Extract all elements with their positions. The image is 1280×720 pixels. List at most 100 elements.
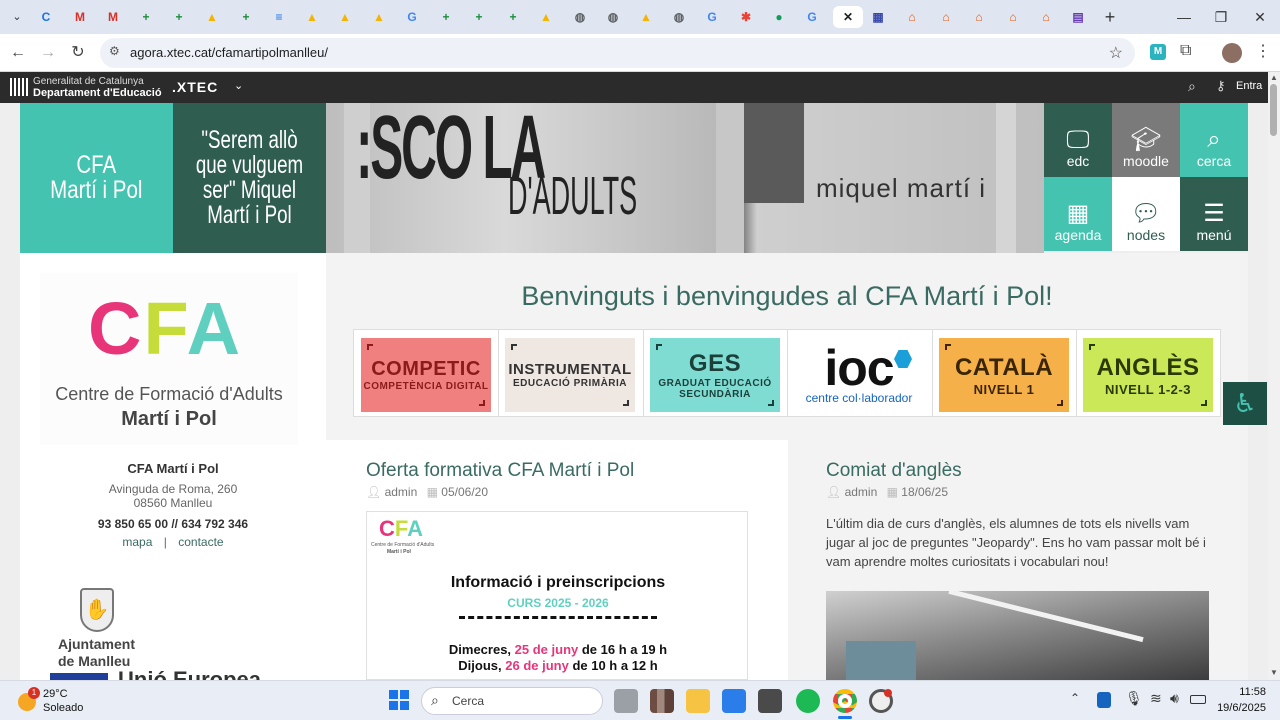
browser-tab[interactable]: +	[234, 6, 258, 28]
browser-tab[interactable]: M	[68, 6, 92, 28]
windows-start-icon[interactable]	[389, 690, 409, 710]
taskbar-search[interactable]: ⌕ Cerca	[421, 687, 603, 715]
microphone-icon[interactable]: 🎙︎	[1125, 690, 1143, 707]
extension-icon[interactable]: M	[1150, 44, 1166, 60]
task-view-icon[interactable]	[614, 689, 638, 713]
post-author[interactable]: admin	[385, 485, 418, 499]
browser-tab[interactable]: ⌂	[900, 6, 924, 28]
browser-tab[interactable]: +	[167, 6, 191, 28]
reload-button[interactable]: ↻	[67, 42, 89, 64]
tile-edc[interactable]: 🖵︎ edc	[1044, 103, 1112, 177]
forward-button[interactable]: →	[37, 42, 59, 64]
course-ioc[interactable]: ioc centre col·laborador	[794, 338, 924, 412]
spotify-icon[interactable]	[796, 689, 820, 713]
browser-tab[interactable]: G	[700, 6, 724, 28]
volume-icon[interactable]: 🔊︎	[1170, 690, 1179, 707]
accessibility-button[interactable]: ♿︎	[1223, 382, 1267, 425]
browser-tab[interactable]: G	[800, 6, 824, 28]
address-bar[interactable]: ⚙ agora.xtec.cat/cfamartipolmanlleu/ ☆	[100, 38, 1135, 68]
browser-tab[interactable]: ▲	[634, 6, 658, 28]
back-button[interactable]: ←	[7, 42, 29, 64]
post-author[interactable]: admin	[845, 485, 878, 499]
extensions-puzzle-icon[interactable]: ⧉	[1180, 42, 1191, 60]
clock-time[interactable]: 11:58	[1230, 686, 1266, 698]
tile-nodes[interactable]: 💬︎ nodes	[1112, 177, 1180, 251]
scrollbar-thumb[interactable]	[1270, 84, 1277, 136]
browser-tab[interactable]: G	[400, 6, 424, 28]
close-icon[interactable]: ✕	[843, 10, 853, 24]
tile-moodle[interactable]: 🎓︎ moodle	[1112, 103, 1180, 177]
browser-tab[interactable]: ⌂	[1034, 6, 1058, 28]
browser-tab[interactable]: ≡	[267, 6, 291, 28]
browser-tab[interactable]: ●	[767, 6, 791, 28]
browser-tab[interactable]: +	[467, 6, 491, 28]
map-link[interactable]: mapa	[122, 535, 152, 549]
school-name-panel[interactable]: CFA Martí i Pol	[20, 103, 173, 253]
new-tab-button[interactable]: +	[1100, 6, 1120, 28]
gencat-logo-icon[interactable]	[10, 78, 28, 96]
post-title[interactable]: Comiat d'anglès	[826, 460, 962, 482]
xtec-logo[interactable]: .XTEC	[172, 79, 218, 95]
browser-tab[interactable]: ▦	[866, 6, 890, 28]
browser-tab[interactable]: ▲	[367, 6, 391, 28]
browser-tab[interactable]: ▲	[300, 6, 324, 28]
library-app-icon[interactable]	[650, 689, 674, 713]
xtec-chevron-icon[interactable]: ⌄	[234, 79, 243, 92]
course-català[interactable]: CATALÀ NIVELL 1	[939, 338, 1069, 412]
browser-tab[interactable]: M	[101, 6, 125, 28]
battery-icon[interactable]	[1190, 695, 1206, 704]
wifi-icon[interactable]: ≋	[1150, 690, 1162, 707]
tile-agenda[interactable]: ▦ agenda	[1044, 177, 1112, 251]
scroll-up-icon[interactable]: ▲	[1270, 73, 1278, 82]
post-photo[interactable]	[826, 591, 1209, 680]
tile-cerca[interactable]: ⌕ cerca	[1180, 103, 1248, 177]
tab-search-chevron-icon[interactable]: ⌄	[8, 8, 26, 26]
site-info-icon[interactable]: ⚙	[109, 44, 120, 58]
restore-button[interactable]: ❐	[1207, 6, 1235, 28]
security-tray-icon[interactable]	[1097, 692, 1111, 708]
browser-tab[interactable]: C	[34, 6, 58, 28]
course-competic[interactable]: COMPETIC COMPETÈNCIA DIGITAL	[361, 338, 491, 412]
store-icon[interactable]	[722, 689, 746, 713]
file-explorer-icon[interactable]	[686, 689, 710, 713]
bookmark-star-icon[interactable]: ☆	[1109, 43, 1123, 63]
tray-chevron-icon[interactable]: ⌃	[1070, 691, 1080, 705]
course-ges[interactable]: GES GRADUAT EDUCACIÓ SECUNDÀRIA	[650, 338, 780, 412]
browser-tab[interactable]: ◍	[601, 6, 625, 28]
browser-tab[interactable]: ◍	[667, 6, 691, 28]
contact-link[interactable]: contacte	[178, 535, 223, 549]
browser-tab[interactable]: ▲	[534, 6, 558, 28]
browser-tab[interactable]: ⌂	[967, 6, 991, 28]
weather-widget[interactable]: 1 29°C Soleado	[16, 687, 86, 717]
browser-menu-icon[interactable]: ⋮	[1255, 41, 1271, 61]
chrome-icon[interactable]	[833, 689, 857, 713]
post-title[interactable]: Oferta formativa CFA Martí i Pol	[366, 460, 634, 482]
cfa-logo[interactable]: CFA Centre de Formació d'Adults Martí i …	[40, 273, 298, 445]
poster-image[interactable]: CFA Centre de Formació d'Adults Martí i …	[366, 511, 748, 680]
browser-tab[interactable]: ◍	[568, 6, 592, 28]
minimize-button[interactable]: —	[1170, 6, 1198, 28]
scroll-down-icon[interactable]: ▼	[1270, 668, 1278, 677]
tile-menú[interactable]: ☰ menú	[1180, 177, 1248, 251]
course-instrumental[interactable]: INSTRUMENTAL EDUCACIÓ PRIMÀRIA	[505, 338, 635, 412]
browser-tab[interactable]: ✱	[734, 6, 758, 28]
browser-tab[interactable]: ⌂	[1001, 6, 1025, 28]
browser-tab[interactable]: ▲	[333, 6, 357, 28]
browser-tab[interactable]: +	[134, 6, 158, 28]
manlleu-shield-icon[interactable]: ✋	[80, 588, 114, 632]
browser-tab[interactable]: ▤	[1066, 6, 1090, 28]
browser-tab[interactable]: +	[501, 6, 525, 28]
profile-avatar[interactable]	[1222, 43, 1242, 63]
login-link[interactable]: Entra	[1236, 80, 1262, 92]
browser-tab[interactable]: ▲	[200, 6, 224, 28]
search-icon[interactable]: ⌕	[1188, 78, 1196, 95]
close-window-button[interactable]: ✕	[1246, 6, 1274, 28]
url-text[interactable]: agora.xtec.cat/cfamartipolmanlleu/	[130, 45, 328, 60]
course-anglès[interactable]: ANGLÈS NIVELL 1-2-3	[1083, 338, 1213, 412]
game-app-icon[interactable]	[758, 689, 782, 713]
browser-tab[interactable]: +	[434, 6, 458, 28]
browser-tab[interactable]: ✕	[833, 6, 863, 28]
browser-tab[interactable]: ⌂	[934, 6, 958, 28]
clock-date[interactable]: 19/6/2025	[1210, 702, 1266, 714]
page-scrollbar[interactable]: ▲ ▼	[1268, 72, 1280, 680]
